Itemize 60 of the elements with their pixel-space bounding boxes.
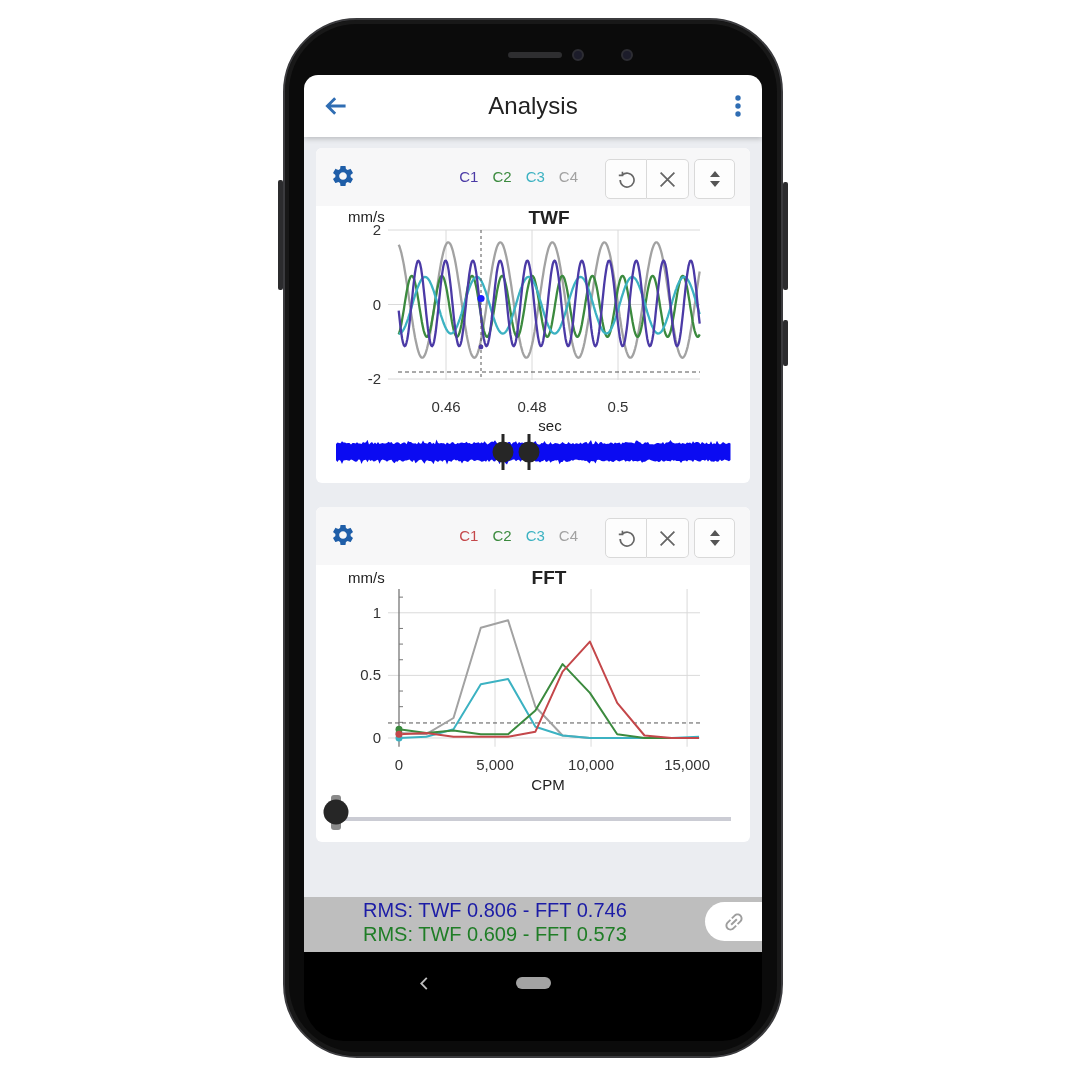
- settings-icon: [333, 524, 353, 545]
- x-tick-label: 0.5: [607, 398, 629, 415]
- close-icon: [660, 530, 675, 546]
- legend-item[interactable]: C4: [558, 526, 578, 544]
- legend-item[interactable]: C4: [558, 167, 578, 185]
- nav-back-button[interactable]: [420, 977, 428, 990]
- cursor-point-icon: [478, 344, 484, 350]
- close-button[interactable]: [647, 518, 689, 558]
- circular-arrow-icon: [617, 170, 635, 188]
- back-button[interactable]: [325, 96, 347, 116]
- legend-item[interactable]: C2: [492, 526, 512, 544]
- chart-title: FFT: [531, 567, 567, 588]
- y-tick-label: 0: [372, 295, 381, 313]
- close-icon: [660, 171, 675, 187]
- x-tick-label: 15,000: [664, 756, 711, 773]
- reset-button[interactable]: [605, 159, 647, 199]
- camera-lens-icon: [572, 49, 584, 61]
- range-handle[interactable]: [518, 434, 541, 470]
- up-down-triangles-icon: [709, 530, 720, 546]
- y-tick-label: 0: [372, 729, 381, 746]
- screen-title: Analysis: [488, 94, 578, 118]
- more-options-button[interactable]: [735, 95, 741, 117]
- close-button[interactable]: [647, 159, 689, 199]
- x-tick-label: 0: [394, 756, 404, 773]
- link-icon: [724, 912, 743, 931]
- rms-reading: RMS: TWF 0.806 - FFT 0.746: [363, 897, 627, 922]
- speaker-slot-icon: [508, 52, 562, 58]
- legend-item[interactable]: C2: [492, 167, 512, 185]
- circular-arrow-icon: [617, 529, 635, 547]
- vertical-dots-icon: [735, 95, 741, 117]
- slider-thumb[interactable]: [323, 795, 349, 830]
- range-handle[interactable]: [492, 434, 515, 470]
- legend-item[interactable]: C3: [525, 526, 545, 544]
- y-tick-label: 1: [372, 603, 381, 621]
- axis-title: sec: [538, 417, 562, 434]
- y-tick-label: -2: [367, 370, 381, 387]
- x-tick-label: 5,000: [476, 756, 514, 773]
- y-tick-label: 0.5: [360, 666, 381, 684]
- axis-title: CPM: [531, 776, 565, 793]
- reset-button[interactable]: [605, 518, 647, 558]
- chart-title: TWF: [528, 207, 570, 228]
- axis-unit-label: mm/s: [348, 569, 385, 586]
- home-button[interactable]: [516, 977, 551, 989]
- x-tick-label: 0.46: [431, 398, 461, 415]
- settings-button[interactable]: [333, 524, 353, 545]
- settings-button[interactable]: [333, 165, 353, 186]
- legend-item[interactable]: C1: [459, 526, 479, 544]
- sort-button[interactable]: [694, 518, 735, 558]
- legend-item[interactable]: C1: [459, 167, 479, 185]
- up-down-triangles-icon: [709, 171, 720, 187]
- camera-lens-icon: [621, 49, 633, 61]
- cursor-point-icon: [477, 294, 485, 303]
- rms-reading: RMS: TWF 0.609 - FFT 0.573: [363, 921, 627, 946]
- arrow-left-icon: [325, 96, 347, 116]
- x-tick-label: 0.48: [517, 398, 547, 415]
- x-tick-label: 10,000: [568, 756, 614, 773]
- legend-item[interactable]: C3: [525, 167, 545, 185]
- chevron-left-icon: [420, 977, 428, 990]
- settings-icon: [333, 165, 353, 186]
- sort-button[interactable]: [694, 159, 735, 199]
